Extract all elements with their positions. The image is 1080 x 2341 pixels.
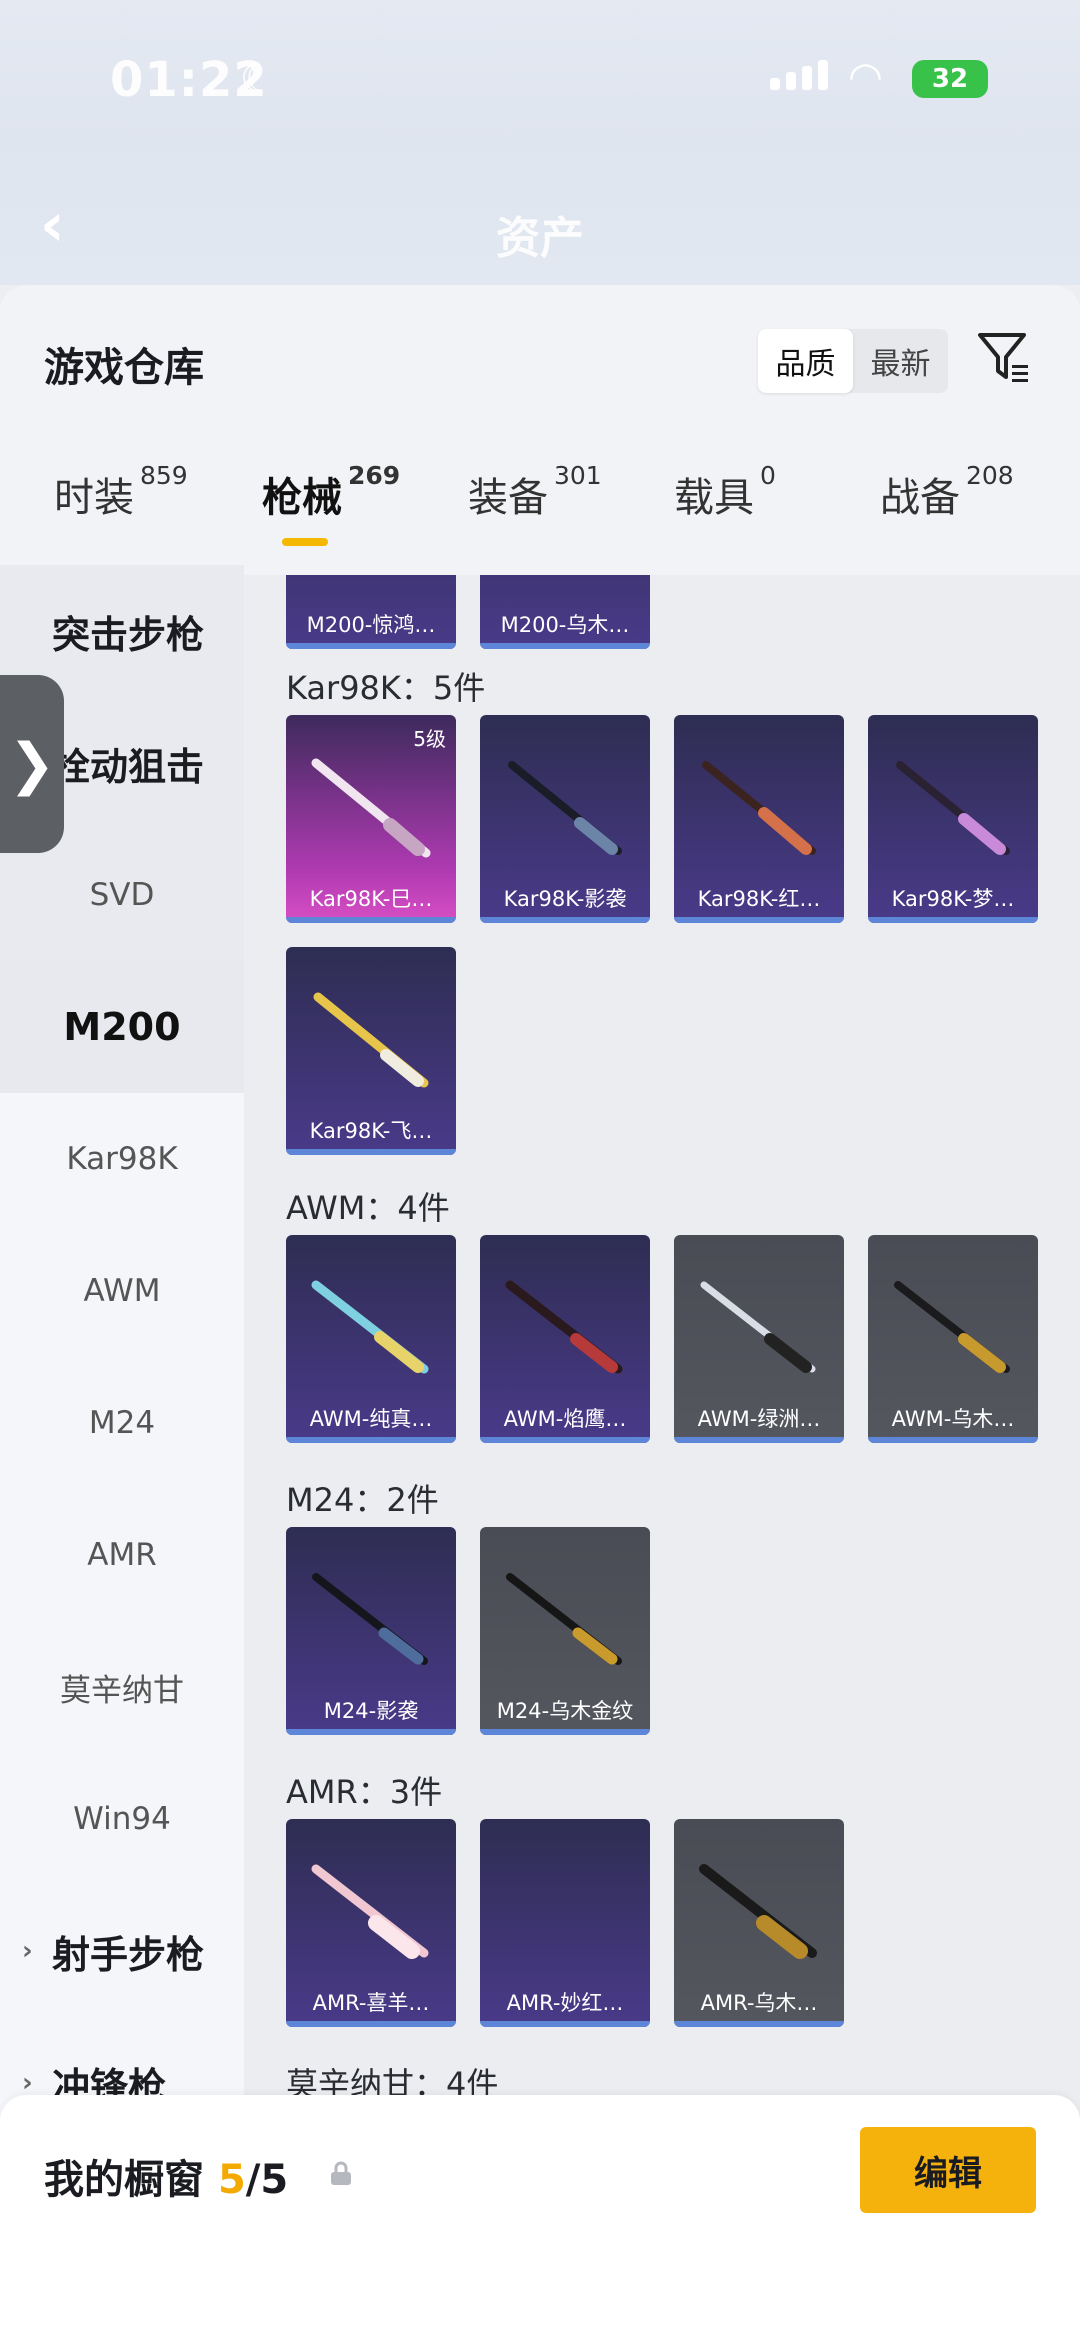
showcase-title: 我的橱窗 5/5 (44, 2157, 289, 2203)
item-name: Kar98K-飞… (309, 1119, 433, 1143)
item-card[interactable]: M24-乌木金纹 (480, 1527, 650, 1735)
sort-quality[interactable]: 品质 (758, 329, 853, 393)
tab-supplies[interactable]: 战备 208 (880, 461, 1014, 523)
signal-icon (770, 60, 828, 90)
item-card[interactable]: AMR-妙红… (480, 1819, 650, 2027)
item-name: AWM-绿洲… (697, 1407, 821, 1431)
rifle-icon (506, 1573, 622, 1665)
lock-icon (331, 2161, 351, 2185)
tab-guns[interactable]: 枪械 269 (262, 461, 400, 523)
wifi-icon: ◠ (848, 54, 883, 100)
group-title: AWM：4件 (286, 1189, 450, 1227)
tab-equipment[interactable]: 装备 301 (468, 461, 602, 523)
rifle-icon (311, 1280, 429, 1374)
item-name: AMR-喜羊… (312, 1991, 430, 2015)
chevron-right-icon: › (22, 2068, 33, 2098)
tab-vehicles[interactable]: 载具 0 (674, 461, 776, 523)
item-name: M24-乌木金纹 (496, 1699, 634, 1723)
nav-title: 资产 (496, 213, 584, 264)
status-bar: 01:22 ☾ ◠ 32 (0, 0, 1080, 140)
category-win94[interactable]: Win94 (0, 1753, 244, 1885)
rifle-icon (313, 992, 429, 1088)
sort-latest[interactable]: 最新 (853, 329, 948, 393)
rifle-icon (312, 1573, 428, 1665)
rifle-icon (896, 761, 1010, 855)
group-title: Kar98K：5件 (286, 669, 486, 707)
rifle-icon (700, 1281, 816, 1373)
nav-bar: ‹ 资产 (0, 140, 1080, 285)
item-card[interactable]: Kar98K-飞… (286, 947, 456, 1155)
item-card[interactable]: M200-乌木… (480, 575, 650, 649)
tab-bar: 时装 859 枪械 269 装备 301 载具 0 战备 208 (0, 461, 1080, 555)
item-card[interactable]: AWM-绿洲… (674, 1235, 844, 1443)
category-awm[interactable]: AWM (0, 1225, 244, 1357)
rifle-icon (311, 1864, 429, 1959)
rifle-icon (894, 1281, 1010, 1373)
edit-button[interactable]: 编辑 (860, 2127, 1036, 2213)
item-name: M24-影袭 (323, 1699, 419, 1723)
item-card[interactable]: AWM-乌木… (868, 1235, 1038, 1443)
item-name: Kar98K-影袭 (503, 887, 627, 911)
item-card[interactable]: Kar98K-梦… (868, 715, 1038, 923)
item-name: Kar98K-梦… (891, 887, 1015, 911)
active-tab-indicator (282, 538, 328, 546)
item-name: AMR-妙红… (506, 1991, 624, 2015)
category-m24[interactable]: M24 (0, 1357, 244, 1489)
item-name: M200-惊鸿… (306, 613, 436, 637)
item-card[interactable]: Kar98K-红… (674, 715, 844, 923)
item-card[interactable]: AMR-喜羊… (286, 1819, 456, 2027)
sort-toggle: 品质 最新 (758, 329, 948, 393)
rifle-icon (311, 758, 431, 858)
filter-icon[interactable] (976, 329, 1032, 385)
item-card[interactable]: AMR-乌木… (674, 1819, 844, 2027)
chevron-right-icon: › (22, 1936, 33, 1966)
item-name: Kar98K-巳… (309, 887, 433, 911)
rifle-icon (702, 761, 816, 855)
item-card[interactable]: M200-惊鸿… (286, 575, 456, 649)
warehouse-sheet: 游戏仓库 品质 最新 时装 859 枪械 269 装备 301 载具 0 战备 208 突… (0, 285, 1080, 2341)
battery-indicator: 32 (912, 60, 988, 98)
item-name: AWM-纯真… (309, 1407, 433, 1431)
back-icon[interactable]: ‹ (40, 190, 65, 260)
group-title: M24：2件 (286, 1481, 439, 1519)
category-kar98k[interactable]: Kar98K (0, 1093, 244, 1225)
showcase-bar: 我的橱窗 5/5 编辑 (0, 2095, 1080, 2341)
item-card[interactable]: M24-影袭 (286, 1527, 456, 1735)
tab-fashion[interactable]: 时装 859 (54, 461, 188, 523)
item-name: AWM-乌木… (891, 1407, 1015, 1431)
item-grid: M200-惊鸿… M200-乌木… Kar98K：5件 5级 Kar98K-巳…… (244, 575, 1080, 2341)
chevron-right-icon: ❯ (8, 731, 56, 797)
showcase-count: 5/5 (217, 2157, 289, 2203)
category-marksman[interactable]: › 射手步枪 (0, 1885, 244, 2017)
sheet-title: 游戏仓库 (44, 345, 204, 391)
item-name: M200-乌木… (500, 613, 630, 637)
item-card[interactable]: AWM-纯真… (286, 1235, 456, 1443)
moon-icon: ☾ (240, 56, 275, 100)
category-mosin[interactable]: 莫辛纳甘 (0, 1621, 244, 1753)
rifle-icon (699, 1864, 817, 1959)
rifle-icon (508, 761, 622, 855)
item-card[interactable]: Kar98K-影袭 (480, 715, 650, 923)
group-title: AMR：3件 (286, 1773, 443, 1811)
item-name: Kar98K-红… (697, 887, 821, 911)
side-drawer-handle[interactable]: ❯ (0, 675, 64, 853)
rifle-icon (505, 1280, 623, 1374)
item-card[interactable]: 5级 Kar98K-巳… (286, 715, 456, 923)
category-amr[interactable]: AMR (0, 1489, 244, 1621)
item-card[interactable]: AWM-焰鹰… (480, 1235, 650, 1443)
item-name: AMR-乌木… (700, 1991, 818, 2015)
item-name: AWM-焰鹰… (503, 1407, 627, 1431)
category-m200[interactable]: M200 (0, 961, 244, 1093)
